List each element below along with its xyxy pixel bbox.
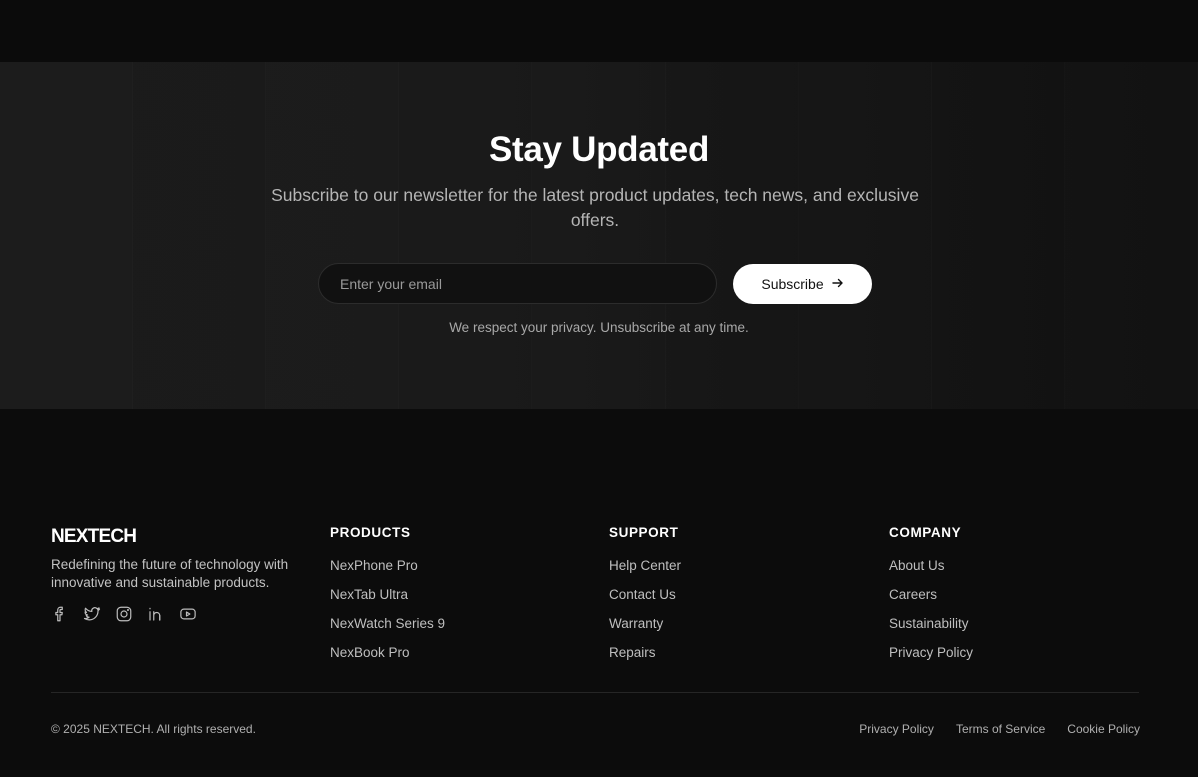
- column-heading: PRODUCTS: [330, 525, 411, 540]
- footer-link[interactable]: Privacy Policy: [889, 645, 973, 674]
- instagram-icon[interactable]: [115, 605, 133, 623]
- arrow-right-icon: [831, 276, 844, 292]
- background-stripes: [0, 62, 1198, 409]
- top-strip: [0, 0, 1198, 62]
- footer-link[interactable]: Careers: [889, 587, 973, 616]
- terms-of-service-link[interactable]: Terms of Service: [956, 722, 1045, 736]
- youtube-icon[interactable]: [179, 605, 197, 623]
- social-links: [51, 605, 197, 623]
- privacy-policy-link[interactable]: Privacy Policy: [859, 722, 934, 736]
- legal-links: Privacy Policy Terms of Service Cookie P…: [859, 722, 1140, 736]
- newsletter-section: Stay Updated Subscribe to our newsletter…: [0, 62, 1198, 409]
- email-input[interactable]: [318, 263, 717, 304]
- newsletter-title: Stay Updated: [488, 130, 710, 169]
- brand-tagline: Redefining the future of technology with…: [51, 557, 289, 590]
- brand-logo[interactable]: NEXTECH: [51, 526, 137, 548]
- linkedin-icon[interactable]: [147, 605, 165, 623]
- footer-link[interactable]: Help Center: [609, 558, 681, 587]
- subscribe-label: Subscribe: [761, 276, 824, 292]
- cookie-policy-link[interactable]: Cookie Policy: [1067, 722, 1140, 736]
- privacy-note: We respect your privacy. Unsubscribe at …: [449, 320, 749, 335]
- footer-column-support: SUPPORT Help Center Contact Us Warranty …: [609, 525, 681, 674]
- column-heading: COMPANY: [889, 525, 962, 540]
- newsletter-subtitle: Subscribe to our newsletter for the late…: [271, 185, 919, 230]
- subscribe-button[interactable]: Subscribe: [733, 264, 872, 304]
- twitter-icon[interactable]: [83, 605, 101, 623]
- footer-link[interactable]: NexBook Pro: [330, 645, 445, 674]
- footer-link[interactable]: Sustainability: [889, 616, 973, 645]
- footer-link[interactable]: NexPhone Pro: [330, 558, 445, 587]
- footer-column-company: COMPANY About Us Careers Sustainability …: [889, 525, 973, 674]
- facebook-icon[interactable]: [51, 605, 69, 623]
- footer-link[interactable]: NexTab Ultra: [330, 587, 445, 616]
- footer-link[interactable]: Repairs: [609, 645, 681, 674]
- footer-link[interactable]: NexWatch Series 9: [330, 616, 445, 645]
- footer-link[interactable]: About Us: [889, 558, 973, 587]
- column-heading: SUPPORT: [609, 525, 679, 540]
- footer-link[interactable]: Contact Us: [609, 587, 681, 616]
- footer-link[interactable]: Warranty: [609, 616, 681, 645]
- footer-column-products: PRODUCTS NexPhone Pro NexTab Ultra NexWa…: [330, 525, 445, 674]
- site-footer: NEXTECH Redefining the future of technol…: [0, 409, 1198, 777]
- copyright-text: © 2025 NEXTECH. All rights reserved.: [51, 722, 256, 736]
- footer-divider: [51, 692, 1139, 693]
